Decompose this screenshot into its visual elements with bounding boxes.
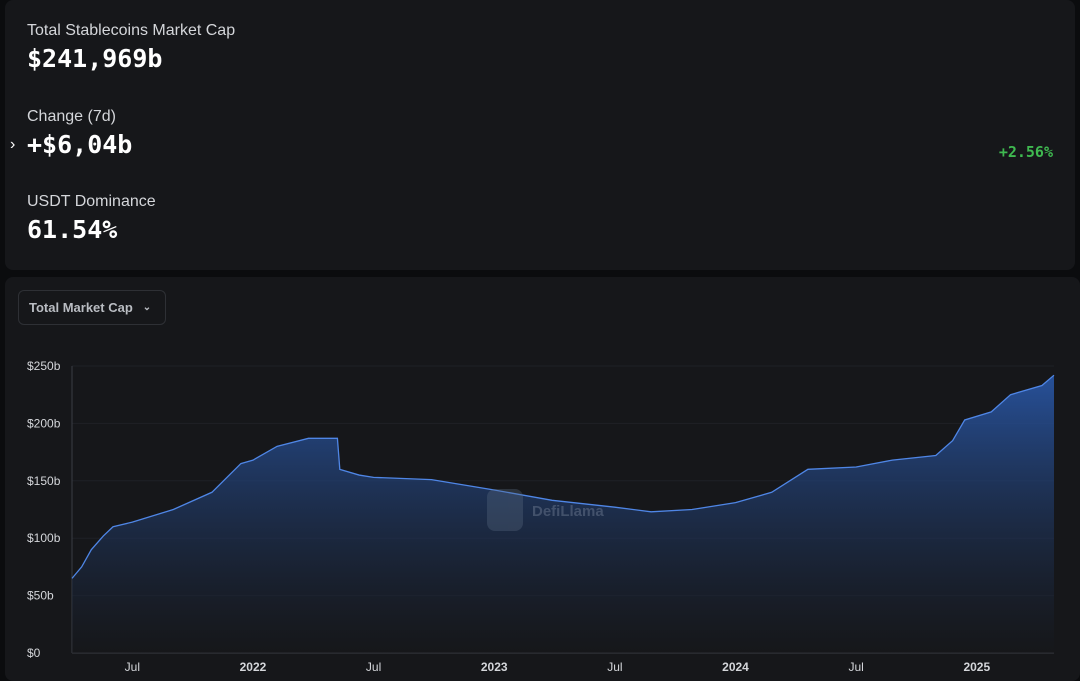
llama-logo-icon xyxy=(487,489,523,531)
x-tick-label: Jul xyxy=(607,660,622,674)
y-tick-label: $200b xyxy=(27,416,61,430)
watermark-text: DefiLlama xyxy=(532,503,604,520)
y-tick-label: $250b xyxy=(27,359,61,373)
x-tick-label: 2023 xyxy=(481,660,508,674)
y-tick-label: $0 xyxy=(27,646,41,660)
y-tick-label: $150b xyxy=(27,474,61,488)
x-tick-label: Jul xyxy=(366,660,381,674)
x-tick-label: Jul xyxy=(125,660,140,674)
x-tick-label: 2025 xyxy=(963,660,990,674)
y-tick-label: $100b xyxy=(27,531,61,545)
x-tick-label: 2022 xyxy=(240,660,267,674)
y-tick-label: $50b xyxy=(27,589,54,603)
x-tick-label: Jul xyxy=(848,660,863,674)
market-cap-chart: DefiLlama $0 $50b $100b $150b $200b $250b Jul 2… xyxy=(27,359,1055,674)
x-tick-label: 2024 xyxy=(722,660,749,674)
